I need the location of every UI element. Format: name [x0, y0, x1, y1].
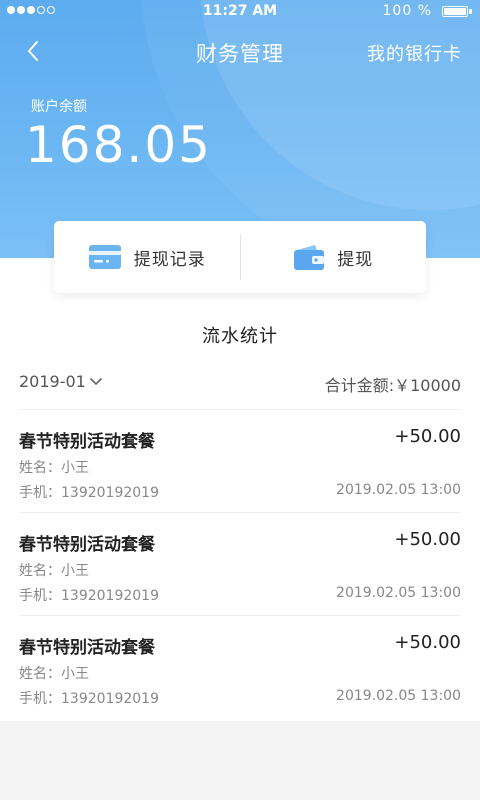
item-amount: +50.00: [394, 632, 461, 653]
chevron-down-icon: [89, 377, 103, 387]
filter-row: 2019-01 合计金额:￥10000: [19, 372, 461, 396]
list-item[interactable]: 春节特别活动套餐 +50.00 姓名：小王 手机：13920192019 201…: [19, 512, 461, 615]
battery-icon: [442, 6, 468, 17]
balance-value: 168.05: [25, 116, 212, 174]
list-item[interactable]: 春节特别活动套餐 +50.00 姓名：小王 手机：13920192019 201…: [19, 409, 461, 512]
nav-bar: 财务管理 我的银行卡: [0, 28, 480, 74]
battery-fill: [444, 8, 466, 15]
item-name: 姓名：小王: [19, 666, 89, 682]
item-time: 2019.02.05 13:00: [336, 482, 461, 498]
item-amount: +50.00: [394, 426, 461, 447]
item-phone: 手机：13920192019: [19, 485, 159, 501]
item-time: 2019.02.05 13:00: [336, 688, 461, 704]
transaction-list: 春节特别活动套餐 +50.00 姓名：小王 手机：13920192019 201…: [19, 409, 461, 718]
section-title: 流水统计: [202, 326, 278, 347]
withdraw-label: 提现: [337, 249, 374, 270]
balance-label: 账户余额: [31, 99, 87, 115]
item-name: 姓名：小王: [19, 563, 89, 579]
battery-percentage: 100 %: [382, 3, 432, 19]
item-name: 姓名：小王: [19, 460, 89, 476]
my-bank-card-link[interactable]: 我的银行卡: [367, 40, 462, 66]
item-phone: 手机：13920192019: [19, 691, 159, 707]
withdrawal-records-button[interactable]: 提现记录: [54, 221, 240, 293]
date-filter-dropdown[interactable]: 2019-01: [19, 372, 103, 391]
card-icon: [88, 244, 122, 270]
status-bar: 11:27 AM 100 %: [0, 0, 480, 24]
wallet-icon: [293, 243, 325, 271]
withdraw-button[interactable]: 提现: [241, 221, 427, 293]
item-phone: 手机：13920192019: [19, 588, 159, 604]
item-time: 2019.02.05 13:00: [336, 585, 461, 601]
battery-tip: [469, 9, 472, 14]
total-amount: 合计金额:￥10000: [324, 376, 461, 395]
item-amount: +50.00: [394, 529, 461, 550]
item-title: 春节特别活动套餐: [19, 432, 155, 452]
item-title: 春节特别活动套餐: [19, 638, 155, 658]
transactions-panel: 流水统计 2019-01 合计金额:￥10000 春节特别活动套餐 +50.00…: [0, 258, 480, 721]
action-card: 提现记录 提现: [54, 221, 426, 293]
date-filter-value: 2019-01: [19, 372, 86, 391]
list-item[interactable]: 春节特别活动套餐 +50.00 姓名：小王 手机：13920192019 201…: [19, 615, 461, 718]
withdrawal-records-label: 提现记录: [133, 249, 206, 270]
item-title: 春节特别活动套餐: [19, 535, 155, 555]
